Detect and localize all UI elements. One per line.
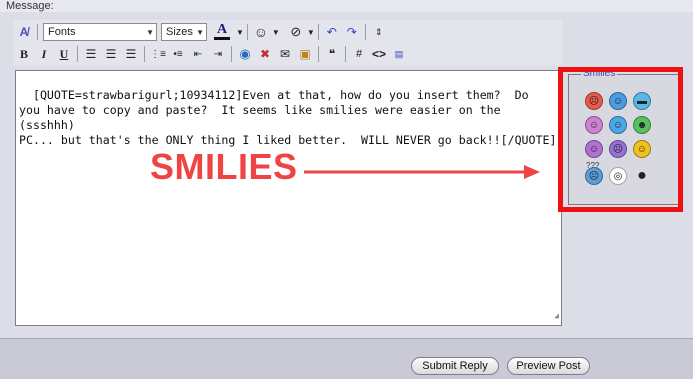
toolbar-divider — [77, 46, 78, 62]
chevron-down-icon: ▼ — [196, 27, 204, 37]
toolbar-divider — [37, 24, 38, 40]
align-right-icon[interactable]: ☰ — [121, 44, 141, 64]
toolbar-divider — [364, 24, 366, 40]
toolbar-divider — [345, 46, 346, 62]
ordered-list-icon[interactable]: ⋮≡ — [148, 44, 168, 64]
annotation-highlight-box — [558, 67, 683, 212]
font-select-value: Fonts — [48, 26, 76, 38]
annotation-label: SMILIES — [150, 146, 298, 187]
preview-post-button[interactable]: Preview Post — [507, 357, 590, 375]
italic-icon[interactable]: I — [34, 44, 54, 64]
toolbar-row-1: A̸ Fonts ▼ Sizes ▼ A ▼ ☺ ▼ ⊘ ▼ ↶ ↷ ⇕ — [14, 22, 389, 42]
font-color-swatch — [214, 37, 230, 40]
toolbar-divider — [318, 46, 319, 62]
footer-bar — [0, 338, 693, 379]
chevron-down-icon[interactable]: ▼ — [236, 28, 244, 37]
resize-grip-icon[interactable]: ◢ — [554, 308, 559, 323]
toolbar-row-2: B I U ☰ ☰ ☰ ⋮≡ •≡ ⇤ ⇥ ◉ ✖ ✉ ▣ ❝ # <> ▤ — [14, 44, 409, 64]
toolbar-divider — [246, 24, 248, 40]
annotation-arrow-icon — [304, 165, 540, 179]
smiley-icon[interactable]: ☺ — [251, 22, 271, 42]
align-left-icon[interactable]: ☰ — [81, 44, 101, 64]
unlink-icon[interactable]: ✖ — [255, 44, 275, 64]
chevron-down-icon[interactable]: ▼ — [272, 28, 280, 37]
align-center-icon[interactable]: ☰ — [101, 44, 121, 64]
size-select-value: Sizes — [166, 26, 193, 38]
font-color-icon: A — [216, 22, 228, 37]
message-label: Message: — [6, 0, 54, 12]
editor-toolbar: A̸ Fonts ▼ Sizes ▼ A ▼ ☺ ▼ ⊘ ▼ ↶ ↷ ⇕ B I… — [14, 20, 562, 66]
remove-format-icon[interactable]: A̸ — [14, 22, 34, 42]
link-icon[interactable]: ◉ — [235, 44, 255, 64]
quote-icon[interactable]: ❝ — [322, 44, 342, 64]
font-color-button[interactable]: A — [209, 22, 235, 42]
toolbar-divider — [144, 46, 145, 62]
attachment-icon[interactable]: ⊘ — [286, 22, 306, 42]
undo-icon[interactable]: ↶ — [322, 22, 342, 42]
html-code-icon[interactable]: <> — [369, 44, 389, 64]
message-textarea[interactable]: [QUOTE=strawbarigurl;10934112]Even at th… — [15, 70, 562, 326]
toolbar-divider — [317, 24, 319, 40]
size-select[interactable]: Sizes ▼ — [161, 23, 207, 41]
submit-reply-button[interactable]: Submit Reply — [411, 357, 499, 375]
toolbar-divider — [231, 46, 232, 62]
php-code-icon[interactable]: ▤ — [389, 44, 409, 64]
message-text: [QUOTE=strawbarigurl;10934112]Even at th… — [19, 88, 557, 147]
image-icon[interactable]: ▣ — [295, 44, 315, 64]
underline-icon[interactable]: U — [54, 44, 74, 64]
unordered-list-icon[interactable]: •≡ — [168, 44, 188, 64]
font-select[interactable]: Fonts ▼ — [43, 23, 157, 41]
email-icon[interactable]: ✉ — [275, 44, 295, 64]
wrap-code-icon[interactable]: # — [349, 44, 369, 64]
indent-icon[interactable]: ⇥ — [208, 44, 228, 64]
chevron-down-icon[interactable]: ▼ — [307, 28, 315, 37]
outdent-icon[interactable]: ⇤ — [188, 44, 208, 64]
chevron-down-icon: ▼ — [146, 27, 154, 37]
bold-icon[interactable]: B — [14, 44, 34, 64]
resize-toggle-icon[interactable]: ⇕ — [369, 22, 389, 42]
redo-icon[interactable]: ↷ — [342, 22, 362, 42]
